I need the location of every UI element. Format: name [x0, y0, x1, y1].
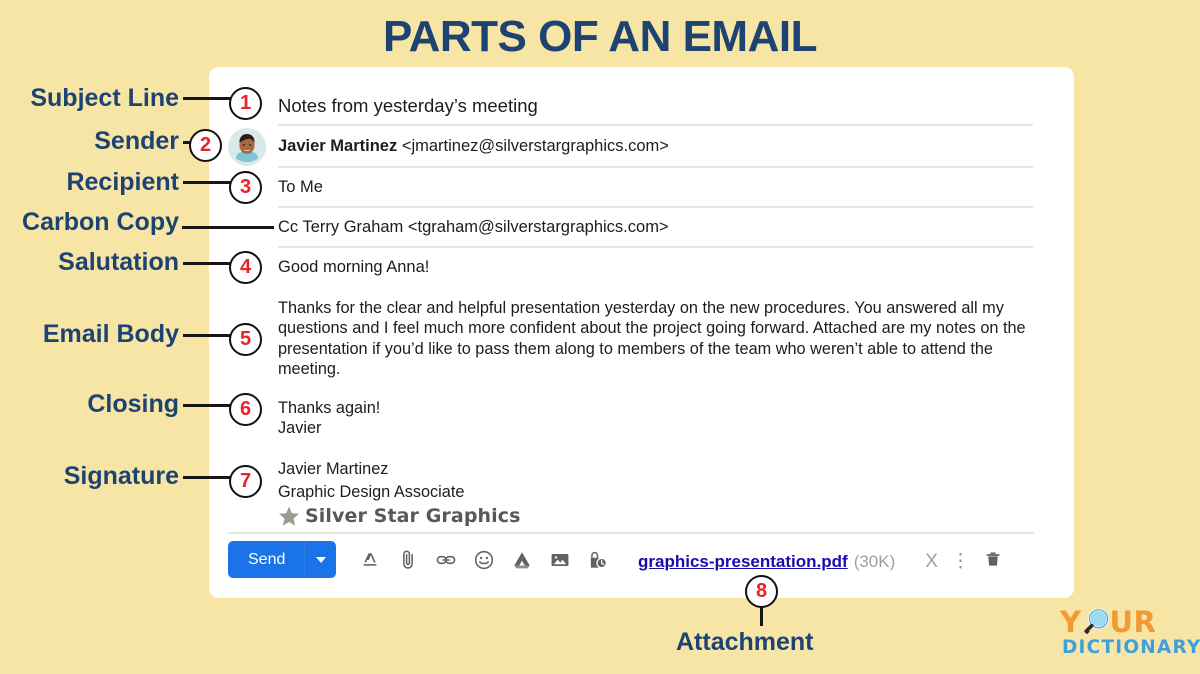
send-button[interactable]: Send: [228, 541, 337, 578]
annotation-label-email-body: Email Body: [42, 320, 179, 348]
page-title: PARTS OF AN EMAIL: [383, 12, 817, 61]
star-icon: [279, 506, 299, 526]
email-recipient: To Me: [278, 178, 323, 196]
leader-line-4: [183, 262, 231, 265]
google-drive-icon[interactable]: [511, 549, 533, 571]
attachment-row: graphics-presentation.pdf (30K) X ⋮: [638, 549, 1003, 574]
email-sender: Javier Martinez <jmartinez@silverstargra…: [278, 137, 669, 156]
sender-avatar: [228, 128, 266, 166]
annotation-number-1: 1: [229, 87, 262, 120]
logo-word-your: Y UR: [1060, 605, 1200, 639]
compose-toolbar: Send: [228, 541, 609, 578]
leader-line-3: [183, 181, 231, 184]
annotation-number-5: 5: [229, 323, 262, 356]
close-icon[interactable]: X: [925, 552, 938, 571]
insert-emoji-icon[interactable]: [473, 549, 495, 571]
send-options-button[interactable]: [305, 541, 336, 578]
infographic-canvas: PARTS OF AN EMAIL Notes from yesterday’s…: [0, 0, 1200, 674]
sender-name: Javier Martinez: [278, 137, 398, 155]
logo-word-ur: UR: [1109, 605, 1157, 639]
attachment-filename[interactable]: graphics-presentation.pdf: [638, 552, 848, 572]
attach-file-icon[interactable]: [397, 549, 419, 571]
magnifying-glass-icon: [1083, 608, 1109, 635]
insert-link-icon[interactable]: [435, 549, 457, 571]
toolbar-separator: [228, 532, 1034, 534]
logo-letter-y: Y: [1060, 605, 1082, 639]
signature-company-block: Silver Star Graphics: [278, 505, 521, 527]
signature-name: Javier Martinez: [278, 460, 389, 478]
leader-line-cc: [182, 226, 274, 229]
annotation-label-attachment: Attachment: [676, 628, 814, 656]
email-closing-line1: Thanks again!: [278, 399, 381, 417]
annotation-label-recipient: Recipient: [66, 168, 179, 196]
header-separator-1: [278, 124, 1033, 126]
header-separator-4: [278, 246, 1033, 248]
schedule-send-icon[interactable]: [587, 549, 609, 571]
trash-icon[interactable]: [983, 549, 1003, 574]
email-body: Thanks for the clear and helpful present…: [278, 299, 1026, 379]
annotation-label-closing: Closing: [87, 390, 179, 418]
annotation-label-sender: Sender: [94, 127, 179, 155]
insert-photo-icon[interactable]: [549, 549, 571, 571]
leader-line-1: [183, 97, 231, 100]
annotation-label-carbon-copy: Carbon Copy: [22, 208, 179, 236]
leader-line-7: [183, 476, 231, 479]
chevron-down-icon: [315, 556, 326, 563]
attachment-size: (30K): [853, 551, 896, 571]
logo-word-dictionary: DICTIONARY: [1062, 637, 1200, 658]
annotation-label-salutation: Salutation: [58, 248, 179, 276]
annotation-number-4: 4: [229, 251, 262, 284]
email-salutation: Good morning Anna!: [278, 258, 430, 276]
annotation-number-3: 3: [229, 171, 262, 204]
send-button-label: Send: [248, 551, 286, 568]
email-closing-line2: Javier: [278, 419, 322, 437]
header-separator-3: [278, 206, 1033, 208]
leader-line-6: [183, 404, 231, 407]
sender-address: <jmartinez@silverstargraphics.com>: [401, 137, 669, 155]
yourdictionary-logo: Y UR DICTIONARY: [1060, 605, 1200, 658]
format-text-icon[interactable]: [359, 549, 381, 571]
email-subject: Notes from yesterday’s meeting: [278, 95, 538, 116]
leader-line-5: [183, 334, 231, 337]
signature-company: Silver Star Graphics: [305, 505, 521, 527]
annotation-number-7: 7: [229, 465, 262, 498]
annotation-number-8: 8: [745, 575, 778, 608]
email-cc: Cc Terry Graham <tgraham@silverstargraph…: [278, 218, 669, 236]
annotation-number-2: 2: [189, 129, 222, 162]
annotation-label-signature: Signature: [63, 462, 179, 490]
annotation-number-6: 6: [229, 393, 262, 426]
more-options-icon[interactable]: ⋮: [951, 552, 970, 571]
signature-role: Graphic Design Associate: [278, 483, 465, 501]
header-separator-2: [278, 166, 1033, 168]
annotation-label-subject-line: Subject Line: [30, 84, 179, 112]
